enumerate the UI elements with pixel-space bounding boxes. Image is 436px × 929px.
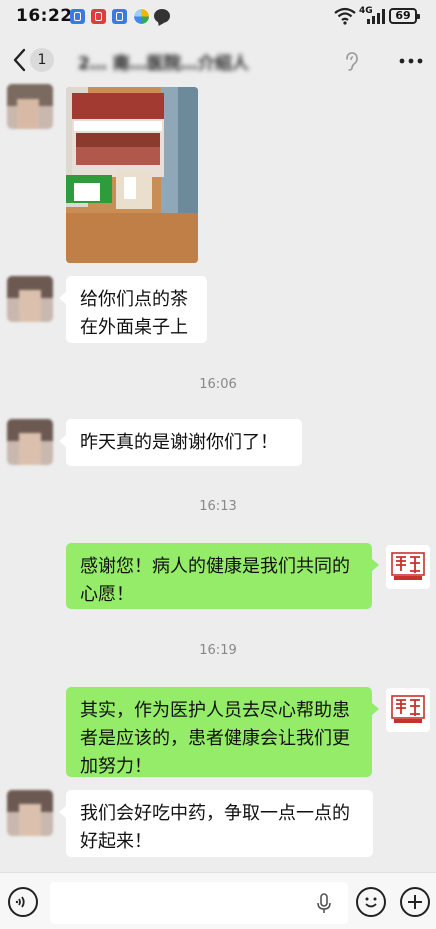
contact-avatar[interactable] bbox=[7, 790, 53, 836]
seal-logo-icon: · · bbox=[391, 695, 425, 730]
seal-logo-icon: · · bbox=[391, 552, 425, 587]
status-time: 16:22 bbox=[16, 6, 73, 26]
plus-icon bbox=[408, 895, 422, 909]
chat-title: 2… 南…医院…介绍人 bbox=[78, 54, 249, 74]
app-notification-icon bbox=[70, 9, 85, 24]
svg-text:· ·: · · bbox=[407, 583, 410, 587]
status-bar: 16:22 4G 69 bbox=[0, 0, 436, 34]
message-input[interactable] bbox=[50, 882, 348, 924]
message-timestamp: 16:13 bbox=[199, 499, 237, 514]
pinwheel-icon bbox=[133, 8, 150, 25]
voice-button[interactable] bbox=[8, 887, 38, 917]
message-timestamp: 16:19 bbox=[199, 643, 237, 658]
contact-avatar[interactable] bbox=[7, 84, 53, 129]
received-message-bubble[interactable]: 我们会好吃中药，争取一点一点的好起来！ bbox=[59, 790, 373, 857]
received-message-bubble[interactable]: 给你们点的茶 在外面桌子上 bbox=[59, 276, 207, 343]
photo-content bbox=[66, 87, 198, 263]
my-avatar[interactable]: · · bbox=[386, 688, 430, 732]
input-bar bbox=[0, 872, 436, 929]
contact-avatar[interactable] bbox=[7, 276, 53, 322]
ear-icon bbox=[346, 52, 358, 71]
emoji-button[interactable] bbox=[356, 887, 386, 917]
received-message-bubble[interactable]: 昨天真的是谢谢你们了！ bbox=[59, 419, 302, 466]
plus-button[interactable] bbox=[400, 887, 430, 917]
voice-icon bbox=[15, 896, 25, 908]
app-notification-icon bbox=[91, 9, 106, 24]
contact-avatar[interactable] bbox=[7, 419, 53, 465]
message-timestamp: 16:06 bbox=[199, 377, 237, 392]
unread-count-badge[interactable]: 1 bbox=[30, 48, 54, 72]
message-notification-icon bbox=[154, 9, 170, 23]
svg-text:· ·: · · bbox=[407, 726, 410, 730]
my-avatar[interactable]: · · bbox=[386, 545, 430, 589]
wifi-icon bbox=[334, 7, 356, 25]
chat-header: 1 2… 南…医院…介绍人 bbox=[0, 38, 436, 84]
app-notification-icon bbox=[112, 9, 127, 24]
microphone-icon[interactable] bbox=[315, 893, 333, 915]
sent-message-bubble[interactable]: 其实，作为医护人员去尽心帮助患者是应该的，患者健康会让我们更加努力！ bbox=[66, 687, 379, 777]
signal-icon bbox=[367, 9, 385, 24]
sent-message-bubble[interactable]: 感谢您！病人的健康是我们共同的心愿！ bbox=[66, 543, 379, 609]
battery-indicator: 69 bbox=[389, 8, 420, 24]
image-message[interactable] bbox=[66, 87, 198, 263]
more-icon[interactable] bbox=[396, 52, 426, 70]
emoji-icon bbox=[365, 897, 377, 908]
